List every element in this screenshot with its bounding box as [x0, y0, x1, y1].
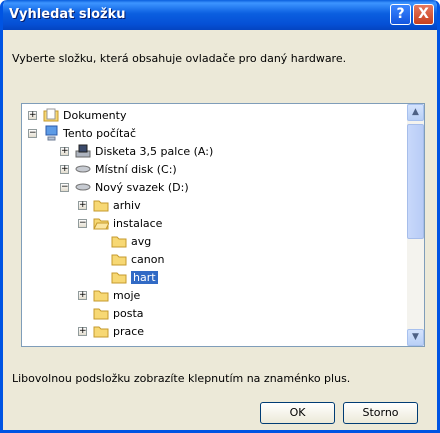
folder-browser-dialog: Vyhledat složku ? X Vyberte složku, kter…: [0, 0, 440, 433]
scroll-thumb[interactable]: [407, 124, 424, 239]
tree-item-posta[interactable]: posta: [93, 304, 144, 322]
window-title: Vyhledat složku: [9, 7, 126, 22]
dialog-description: Vyberte složku, která obsahuje ovladače …: [12, 52, 347, 65]
tree-item-label: arhiv: [113, 198, 141, 212]
scroll-down-button[interactable]: ▼: [407, 329, 424, 346]
folder-icon: [43, 108, 59, 122]
folder-icon: [111, 272, 127, 284]
folder-icon: [111, 254, 127, 266]
tree-item-disketa[interactable]: + Disketa 3,5 palce (A:): [60, 142, 213, 160]
tree-item-avg[interactable]: avg: [111, 232, 151, 250]
tree-item-instalace[interactable]: − instalace: [78, 214, 162, 232]
vertical-scrollbar[interactable]: ▲ ▼: [407, 104, 424, 346]
tree-item-dokumenty[interactable]: + Dokumenty: [28, 106, 126, 124]
tree-item-label: Nový svazek (D:): [95, 180, 189, 194]
tree-item-label: Dokumenty: [63, 108, 127, 122]
hint-text: Libovolnou podsložku zobrazíte klepnutím…: [12, 372, 351, 385]
collapse-minus-icon[interactable]: −: [28, 128, 37, 138]
ok-button[interactable]: OK: [260, 402, 335, 424]
computer-icon: [45, 125, 58, 141]
tree-item-novy-svazek[interactable]: − Nový svazek (D:): [60, 178, 189, 196]
tree-item-label: Místní disk (C:): [95, 162, 177, 176]
help-button[interactable]: ?: [390, 4, 411, 25]
tree-item-hart[interactable]: hart: [111, 268, 158, 286]
expand-plus-icon[interactable]: +: [60, 164, 69, 174]
tree-item-prace[interactable]: + prace: [78, 322, 144, 340]
tree-item-label: avg: [131, 234, 152, 248]
folder-icon: [93, 290, 109, 302]
tree-item-label: posta: [113, 306, 144, 320]
tree-item-mistni-disk[interactable]: + Místní disk (C:): [60, 160, 177, 178]
hard-drive-icon: [75, 165, 91, 173]
tree-item-arhiv[interactable]: + arhiv: [78, 196, 141, 214]
expand-plus-icon[interactable]: +: [28, 110, 37, 120]
tree-item-label: instalace: [113, 216, 163, 230]
expand-plus-icon[interactable]: +: [78, 290, 87, 300]
tree-item-label: canon: [131, 252, 165, 266]
tree-item-label: Tento počítač: [63, 126, 137, 140]
tree-item-label: prace: [113, 324, 145, 338]
folder-icon: [93, 308, 109, 320]
tree-item-label: moje: [113, 288, 141, 302]
folder-tree[interactable]: + Dokumenty − Tento počítač + Disketa 3,…: [21, 103, 425, 347]
scroll-up-button[interactable]: ▲: [407, 104, 424, 121]
folder-icon: [111, 236, 127, 248]
chevron-down-icon: ▼: [412, 332, 419, 342]
expand-plus-icon[interactable]: +: [78, 200, 87, 210]
collapse-minus-icon[interactable]: −: [78, 218, 87, 228]
folder-open-icon: [93, 218, 109, 230]
tree-item-tento-pocitac[interactable]: − Tento počítač: [28, 124, 136, 142]
hard-drive-icon: [75, 183, 91, 191]
tree-item-canon[interactable]: canon: [111, 250, 164, 268]
close-button[interactable]: X: [413, 4, 434, 25]
chevron-up-icon: ▲: [412, 107, 419, 117]
tree-item-label-selected: hart: [131, 270, 158, 284]
tree-item-moje[interactable]: + moje: [78, 286, 140, 304]
title-bar[interactable]: Vyhledat složku ? X: [3, 0, 437, 30]
expand-plus-icon[interactable]: +: [78, 326, 87, 336]
collapse-minus-icon[interactable]: −: [60, 182, 69, 192]
cancel-button[interactable]: Storno: [343, 402, 418, 424]
tree-item-label: Disketa 3,5 palce (A:): [95, 144, 214, 158]
folder-icon: [93, 200, 109, 212]
expand-plus-icon[interactable]: +: [60, 146, 69, 156]
folder-icon: [93, 326, 109, 338]
floppy-drive-icon: [75, 144, 91, 158]
